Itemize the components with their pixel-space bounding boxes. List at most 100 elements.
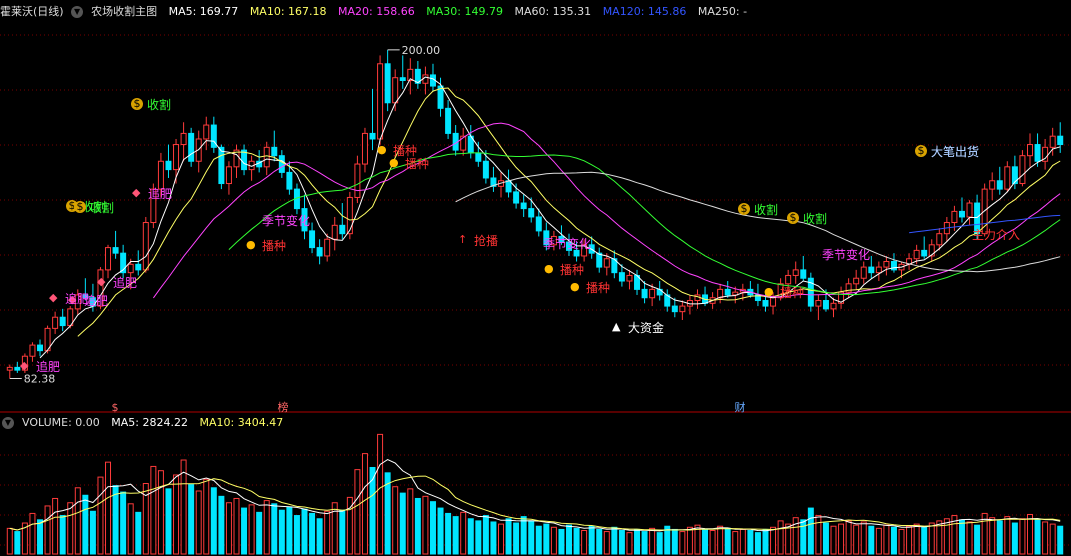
volume-bar [256,511,263,555]
signal-label: 抢播 [474,234,499,248]
volume-bar [74,487,81,555]
candle [860,266,867,279]
fruit-icon: ● [544,262,554,275]
volume-bar [702,528,709,555]
volume-bar [913,523,920,555]
volume-bar [150,465,157,555]
volume-bar [59,515,66,555]
candle [399,77,406,81]
candle [1034,144,1041,162]
fruit-icon: ● [764,285,774,298]
volume-bar [739,528,746,555]
volume-bar [120,491,127,555]
signal-label: 主力介入 [972,228,1021,242]
diamond-icon: ◆ [97,275,106,288]
volume-bar [135,511,142,555]
candle [52,316,59,329]
volume-bar [558,528,565,555]
volume-bar [634,528,641,555]
volume-bar [770,526,777,555]
volume-bar [505,518,512,555]
volume-bar [89,510,96,555]
volume-bar [875,527,882,555]
volume-bar [301,508,308,555]
volume-bar [188,484,195,555]
volume-bar [724,527,731,555]
candle [641,288,648,299]
volume-bar [233,497,240,555]
volume-bar [399,492,406,555]
candle [505,180,512,193]
candle [989,180,996,190]
candle [392,77,399,104]
signal-label: 收割 [754,203,779,217]
signal-label: 追肥 [148,187,173,201]
volume-bar [324,510,331,555]
candle [535,216,542,232]
candle [203,124,210,140]
volume-bar [611,526,618,555]
volume-bar [989,517,996,555]
candle [422,74,429,84]
volume-bar [830,525,837,555]
volume-bar [309,512,316,555]
candle [59,316,66,327]
candle [951,210,958,224]
candle [241,149,248,171]
money-bag-icon: $ [787,212,799,224]
volume-bar [497,523,504,555]
volume-bar [1019,518,1026,555]
candle [1004,166,1011,190]
volume-bar [173,474,180,555]
volume-bar [105,461,112,555]
candle [649,288,656,299]
candle [445,107,452,134]
volume-bar [369,466,376,555]
volume-bar [6,527,13,555]
volume-bar [838,523,845,555]
signal-label: 追肥 [36,360,61,374]
candle [361,132,368,165]
volume-bar [29,512,36,555]
volume-bar [1011,522,1018,555]
volume-bar [127,503,134,555]
volume-bar [656,532,663,555]
volume-bar [339,509,346,555]
volume-bar [573,527,580,555]
volume-bar [890,526,897,555]
candle [626,274,633,282]
volume-bar [210,487,217,555]
volume-bar [293,515,300,555]
candle [1026,144,1033,157]
volume-bar [112,485,119,555]
signal-label: 季节变化 [543,237,592,251]
candle [339,224,346,235]
volume-bar [203,478,210,555]
kline-chart[interactable]: 200.0082.38$ 榜财 [0,0,1071,556]
candle [762,300,769,307]
volume-bar [717,525,724,555]
volume-bar [822,522,829,555]
fruit-icon: ● [389,156,399,169]
candle [792,269,799,276]
signal-label: 播种 [262,239,287,253]
volume-bar [180,459,187,555]
volume-bar [800,519,807,555]
candle [475,152,482,162]
volume-bar [762,528,769,555]
volume-bar [407,488,414,555]
volume-bar [588,525,595,555]
candle [996,180,1003,190]
candle [286,171,293,190]
candle [263,146,270,168]
volume-bar [777,520,784,555]
volume-bar [535,525,542,555]
volume-bar [581,530,588,555]
signal-label: 播种 [405,157,430,171]
diamond-icon: ◆ [132,186,141,199]
candle [316,247,323,257]
candle [346,196,353,235]
volume-bar [195,490,202,555]
volume-bar [44,505,51,555]
signal-label: 追肥 [113,276,138,290]
